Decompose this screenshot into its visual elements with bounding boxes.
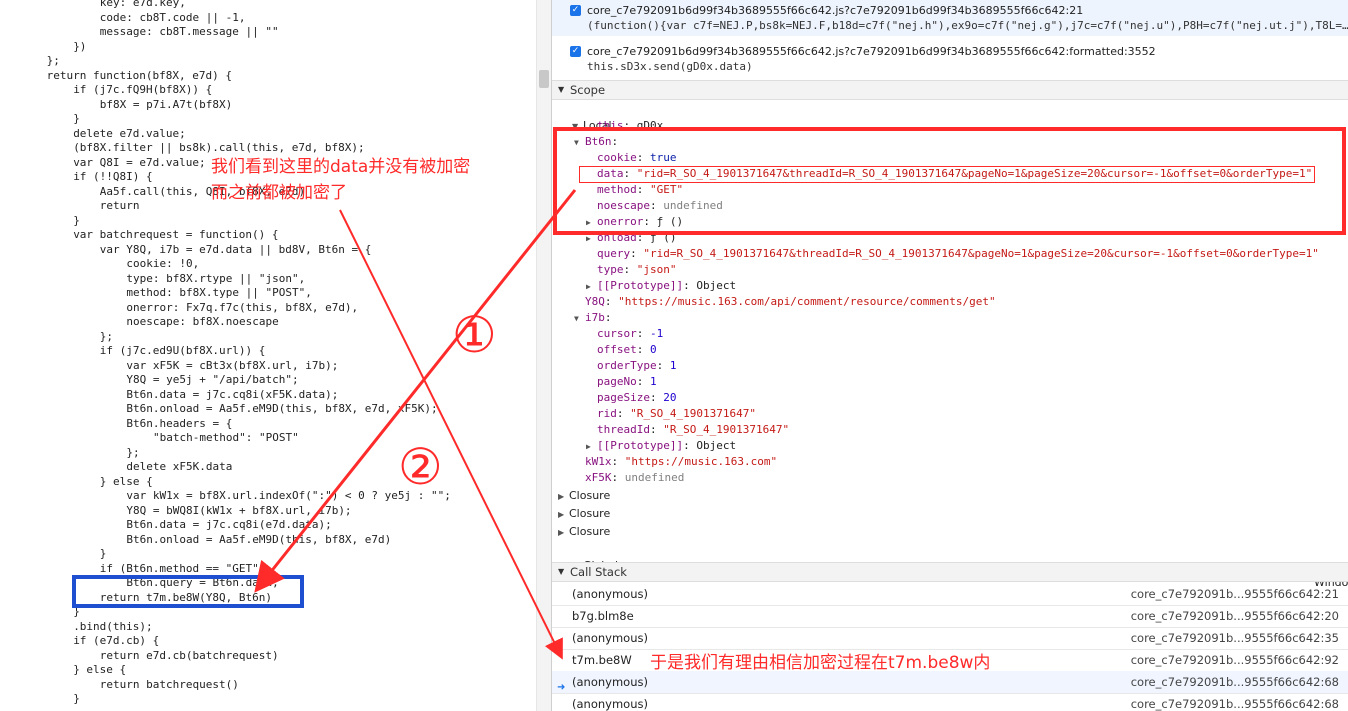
annotation-arrows	[254, 189, 577, 660]
arrow-1	[254, 189, 577, 593]
arrow-2	[339, 209, 563, 660]
